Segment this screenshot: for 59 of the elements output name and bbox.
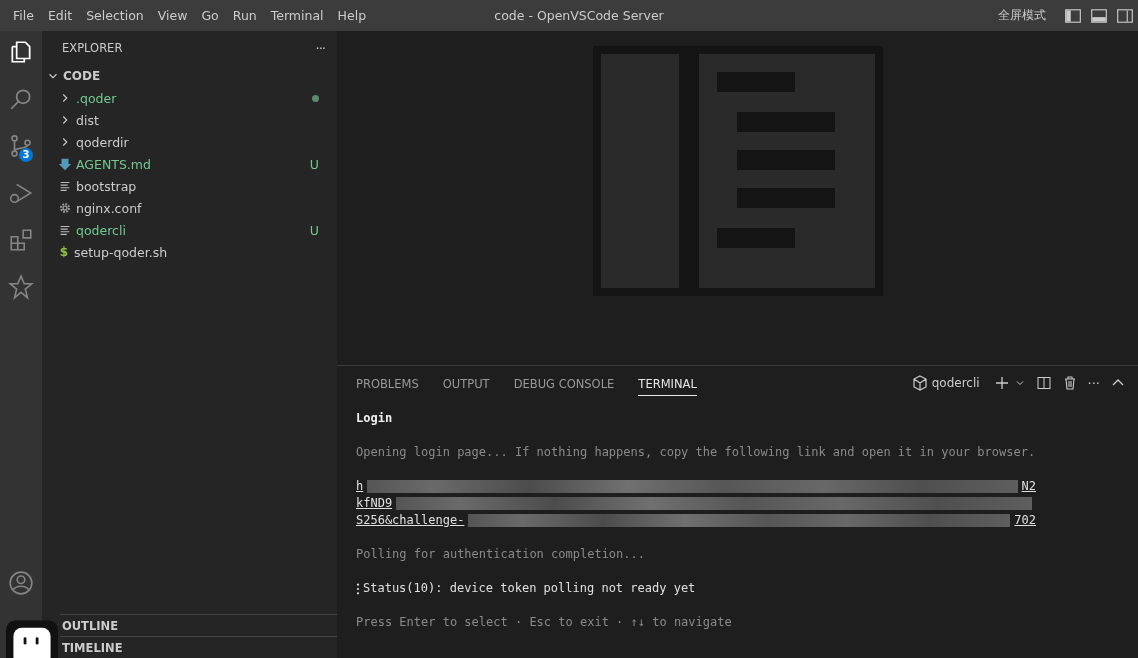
- panel-tab[interactable]: OUTPUT: [442, 370, 490, 396]
- section-header[interactable]: TIMELINE: [60, 636, 337, 658]
- menu-item[interactable]: View: [150, 8, 195, 23]
- fullscreen-button[interactable]: 全屏模式: [998, 7, 1046, 24]
- file-name[interactable]: dist: [76, 112, 99, 128]
- terminal-heading: Login: [356, 410, 394, 427]
- count-badge: 3: [19, 148, 33, 162]
- files-icon[interactable]: [8, 39, 34, 65]
- menu-item[interactable]: Go: [194, 8, 226, 23]
- file-name[interactable]: qodercli: [76, 222, 126, 238]
- panel-tab[interactable]: DEBUG CONSOLE: [513, 370, 615, 396]
- account-icon[interactable]: [8, 570, 34, 596]
- more-actions-button[interactable]: ···: [1087, 375, 1100, 391]
- split-icon[interactable]: [1035, 375, 1052, 391]
- link-fragment[interactable]: S256&challenge-: [356, 512, 465, 529]
- terminal-line: Opening login page... If nothing happens, copy the following link and open it in your browser.: [356, 444, 1037, 461]
- vertical-dots-icon: [356, 582, 360, 595]
- folder-heading[interactable]: CODE: [63, 69, 101, 83]
- toggle-secondary-sidebar-icon[interactable]: [1116, 6, 1134, 25]
- link-fragment[interactable]: 702: [1014, 512, 1036, 529]
- file-name[interactable]: qoderdir: [76, 134, 129, 150]
- file-name[interactable]: .qoder: [76, 90, 117, 106]
- toggle-panel-icon[interactable]: [1090, 6, 1108, 25]
- menu-item[interactable]: File: [6, 8, 41, 23]
- menu-item[interactable]: Terminal: [263, 8, 331, 23]
- file-name[interactable]: AGENTS.md: [76, 156, 151, 172]
- status-letter: U: [309, 222, 319, 238]
- sidebar-title: EXPLORER: [62, 41, 123, 55]
- panel-tab[interactable]: PROBLEMS: [356, 370, 419, 396]
- window-title: code - OpenVSCode Server: [494, 8, 664, 23]
- menu-item[interactable]: Help: [330, 8, 374, 23]
- cube-icon: [911, 375, 928, 391]
- app-face-icon[interactable]: [6, 620, 58, 658]
- panel-tab[interactable]: TERMINAL: [638, 370, 697, 396]
- more-actions-button[interactable]: ···: [315, 40, 325, 56]
- source-control-icon[interactable]: [8, 133, 34, 159]
- status-letter: U: [309, 156, 319, 172]
- file-name[interactable]: bootstrap: [76, 178, 137, 194]
- menu-item[interactable]: Edit: [40, 8, 80, 23]
- section-header[interactable]: OUTLINE: [60, 614, 337, 636]
- terminal-name[interactable]: qodercli: [931, 376, 980, 390]
- menu-item[interactable]: Run: [225, 8, 264, 23]
- plus-icon[interactable]: [993, 375, 1010, 391]
- link-fragment[interactable]: kfND9: [356, 495, 393, 512]
- file-name[interactable]: nginx.conf: [76, 200, 142, 216]
- file-name[interactable]: setup-qoder.sh: [74, 244, 168, 260]
- menu-item[interactable]: Selection: [79, 8, 151, 23]
- terminal-line: Press Enter to select · Esc to exit · ↑↓ to navigate: [356, 614, 733, 631]
- dollar-icon: $: [58, 245, 70, 259]
- lines-icon: [58, 179, 72, 193]
- gear-icon: [58, 201, 72, 215]
- toggle-sidebar-icon[interactable]: [1064, 6, 1082, 25]
- extensions-icon[interactable]: [8, 227, 34, 253]
- status-line: Status(10): device token polling not ready yet: [363, 580, 696, 597]
- link-fragment[interactable]: N2: [1021, 478, 1036, 495]
- terminal-line: Polling for authentication completion...: [356, 546, 646, 563]
- link-fragment[interactable]: h: [356, 478, 364, 495]
- lines-icon: [58, 223, 72, 237]
- arrow-down-icon: [58, 157, 72, 171]
